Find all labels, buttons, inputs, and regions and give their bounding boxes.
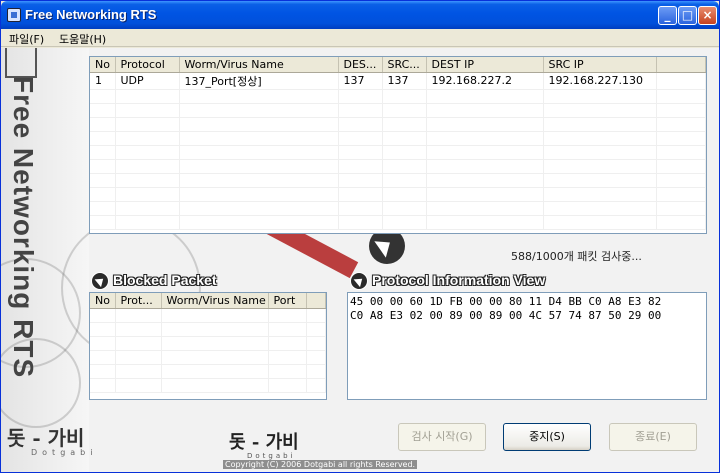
cell-dest-ip: 192.168.227.2 [426,72,544,90]
brand-roman-text: Dotgabi [31,448,98,457]
bottom-brand-logo: 돗 - 가비 [229,432,299,453]
title-bar[interactable]: Free Networking RTS _ □ × [1,1,719,29]
bottom-brand-roman: Dotgabi [247,452,296,460]
column-header-filler [306,293,326,309]
scan-status: 588/1000개 패킷 검사중... [511,250,642,263]
column-header-src-port[interactable]: SRC... [382,57,427,73]
maximize-button[interactable]: □ [678,6,697,25]
menu-help[interactable]: 도움말(H) [59,31,106,47]
column-header-filler [656,57,706,73]
column-header-no[interactable]: No [90,293,116,309]
table-row [90,187,706,202]
table-row [90,378,326,393]
blocked-table-header: No Prot... Worm/Virus Name Port [90,293,326,309]
hex-line: 45 00 00 60 1D FB 00 00 80 11 D4 BB C0 A… [350,295,662,308]
cell-src-port: 137 [382,72,427,90]
table-row [90,350,326,365]
table-row [90,364,326,379]
column-header-protocol[interactable]: Prot... [115,293,162,309]
cell-protocol: UDP [115,72,180,90]
brand-korean-logo: 돗 - 가비 [7,426,85,450]
column-header-port[interactable]: Port [268,293,307,309]
table-row [90,322,326,337]
table-row [90,103,706,118]
close-button[interactable]: × [698,6,717,25]
packet-table-header: No Protocol Worm/Virus Name DES... SRC..… [90,57,706,73]
cursor-badge-icon [350,272,368,290]
brand-vertical-text: Free Networking RTS [8,76,39,379]
quit-button[interactable]: 종료(E) [609,423,697,451]
column-header-worm-name[interactable]: Worm/Virus Name [161,293,269,309]
protocol-view-title: Protocol Information View [372,272,546,288]
cell-src-ip: 192.168.227.130 [543,72,657,90]
column-header-protocol[interactable]: Protocol [115,57,180,73]
menu-bar: 파일(F) 도움말(H) [1,29,719,47]
menu-file[interactable]: 파일(F) [9,31,44,47]
cell-no: 1 [90,72,116,90]
packet-table[interactable]: No Protocol Worm/Virus Name DES... SRC..… [89,56,707,234]
blocked-packet-table[interactable]: No Prot... Worm/Virus Name Port [89,292,327,400]
column-header-worm-name[interactable]: Worm/Virus Name [179,57,339,73]
table-row [90,131,706,146]
cell-dest-port: 137 [338,72,383,90]
table-row [90,89,706,104]
cell-worm-name: 137_Port[정상] [179,72,339,90]
table-row [90,145,706,160]
hex-line: C0 A8 E3 02 00 89 00 89 00 4C 57 74 87 5… [350,309,662,322]
column-header-no[interactable]: No [90,57,116,73]
column-header-src-ip[interactable]: SRC IP [543,57,657,73]
table-row [90,215,706,230]
blocked-packet-title: Blocked Packet [113,272,217,288]
app-icon[interactable] [7,8,21,22]
copyright-text: Copyright (C) 2006 Dotgabi all rights Re… [223,460,418,469]
table-row[interactable]: 1 UDP 137_Port[정상] 137 137 192.168.227.2… [90,72,706,90]
minimize-button[interactable]: _ [658,6,677,25]
table-row [90,336,326,351]
client-area: Free Networking RTS 돗 - 가비 Dotgabi No Pr… [1,48,719,472]
table-row [90,308,326,323]
protocol-hex-view[interactable]: 45 00 00 60 1D FB 00 00 80 11 D4 BB C0 A… [347,292,707,400]
logo-icon [5,48,37,78]
table-row [90,159,706,174]
cell-filler [656,72,706,90]
table-row [90,173,706,188]
start-scan-button[interactable]: 검사 시작(G) [398,423,486,451]
cursor-badge-icon [91,272,109,290]
column-header-dest-ip[interactable]: DEST IP [426,57,544,73]
window-title: Free Networking RTS [25,7,157,22]
column-header-dest-port[interactable]: DES... [338,57,383,73]
app-window: Free Networking RTS _ □ × 파일(F) 도움말(H) F… [0,0,720,473]
table-row [90,117,706,132]
table-row [90,201,706,216]
stop-button[interactable]: 중지(S) [503,423,591,451]
